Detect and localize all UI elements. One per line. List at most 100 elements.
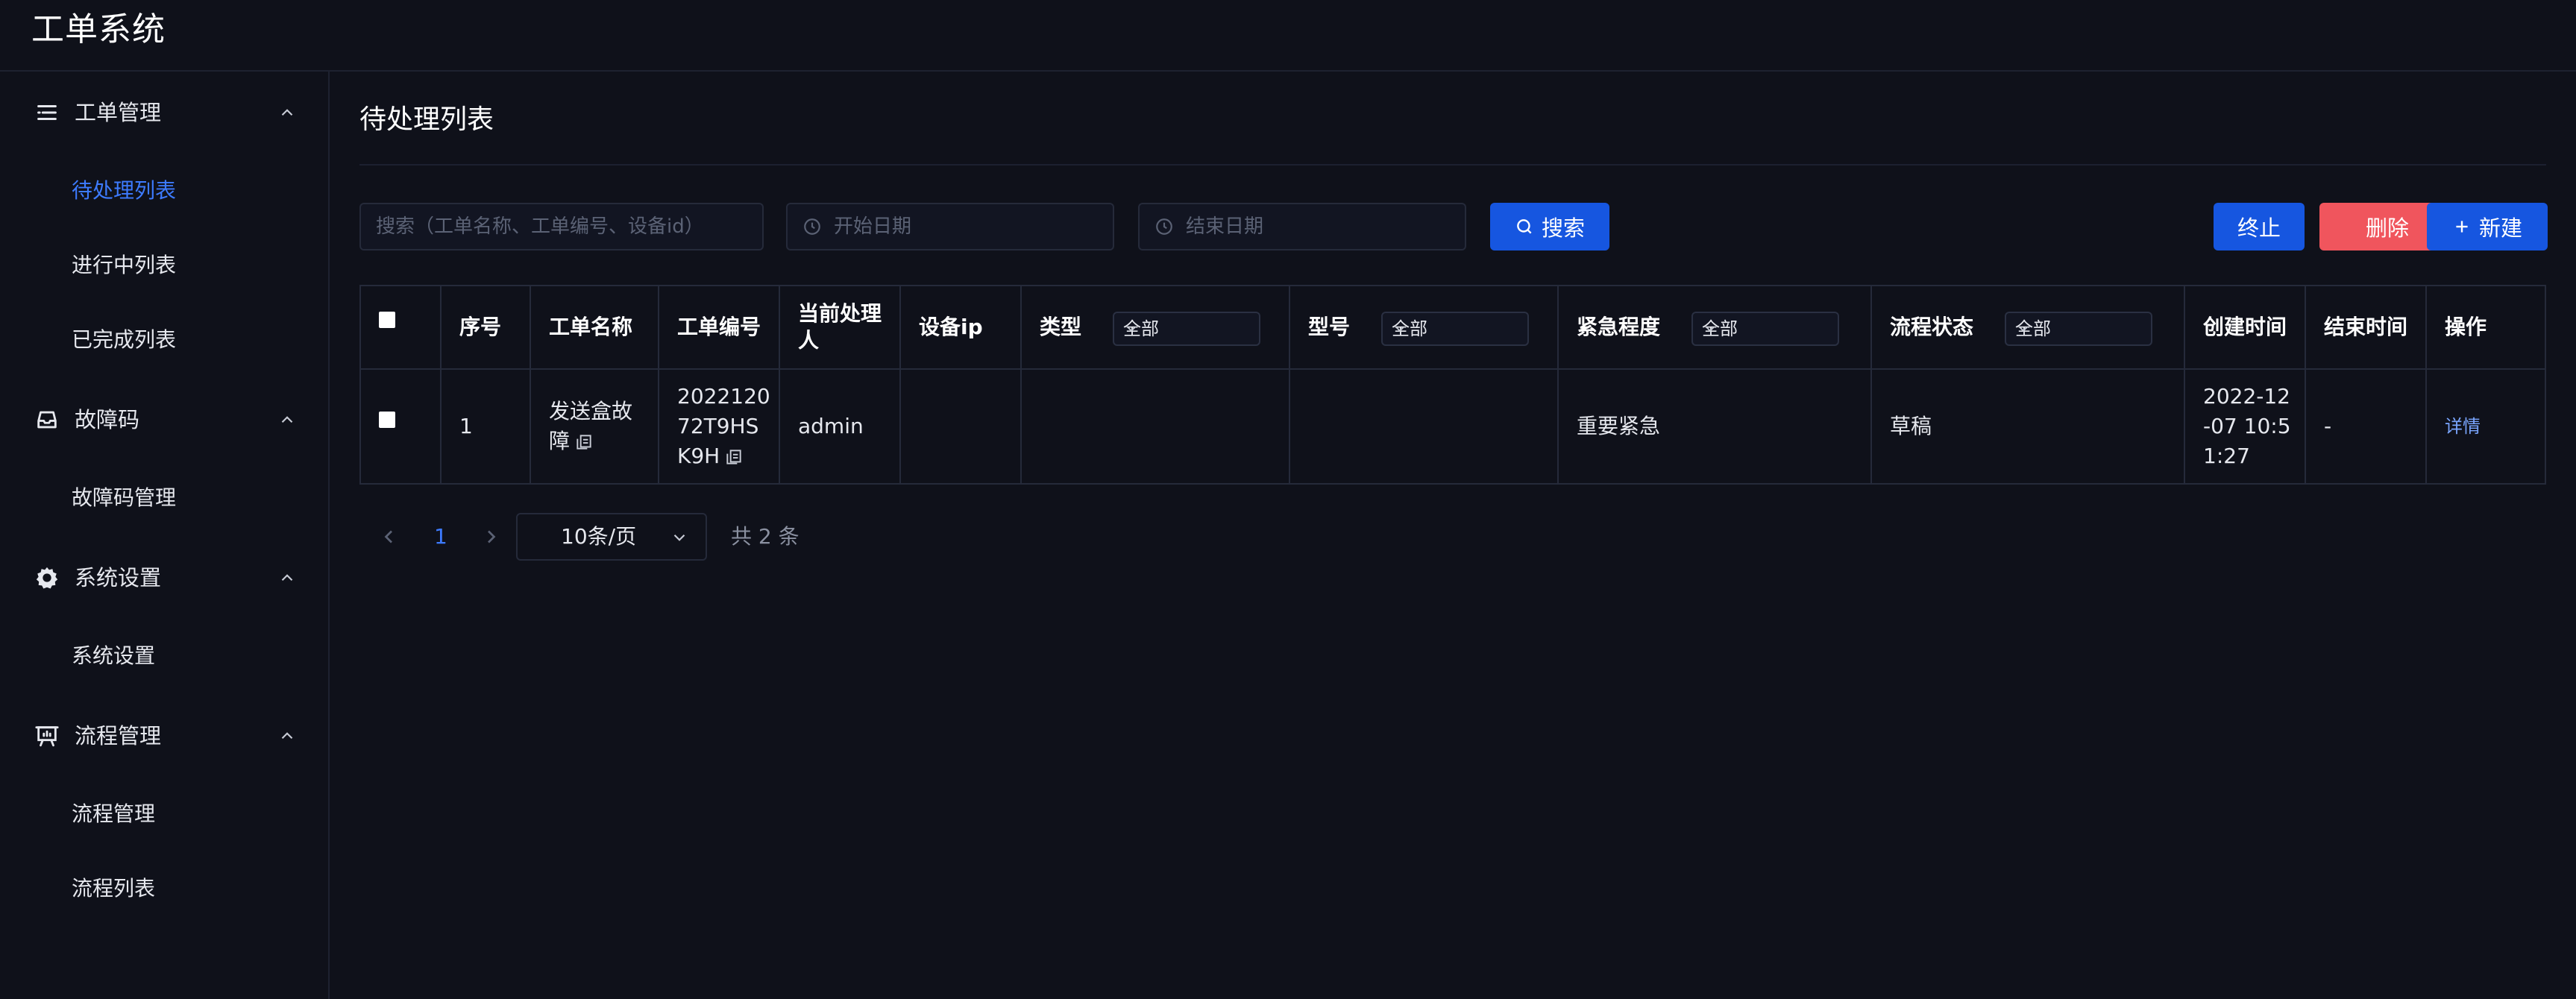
main-content: 待处理列表 搜索 终止 删除 新建 xyxy=(331,72,2576,999)
sidebar-item-pending-list[interactable]: 待处理列表 xyxy=(0,161,330,221)
row-name: 发送盒故障 xyxy=(549,397,650,456)
row-created: 2022-12-07 10:51:27 xyxy=(2203,384,2291,468)
chevron-down-icon xyxy=(670,528,689,547)
header-cell-urgency: 紧急程度 全部 xyxy=(1559,286,1872,368)
sidebar-group-system-settings[interactable]: 系统设置 xyxy=(0,552,330,604)
end-date-input[interactable] xyxy=(1186,204,1454,249)
table-header-row: 序号 工单名称 工单编号 当前处理人 设备ip 类型 全部 型号 全部 紧急程度… xyxy=(361,286,2545,370)
sidebar-group-ticket-management[interactable]: 工单管理 xyxy=(0,86,330,139)
row-ops: 详情 xyxy=(2445,370,2537,483)
total-count: 共 2 条 xyxy=(731,524,799,549)
sidebar-item-fault-code-management[interactable]: 故障码管理 xyxy=(0,468,330,528)
sidebar-item-process-management[interactable]: 流程管理 xyxy=(0,784,330,844)
chevron-up-icon xyxy=(277,103,297,122)
chevron-up-icon xyxy=(277,410,297,429)
row-name-wrapper: 发送盒故障 xyxy=(549,370,650,483)
sidebar-group-label: 工单管理 xyxy=(75,100,162,125)
gear-icon xyxy=(34,565,60,590)
next-page-button[interactable] xyxy=(477,523,504,550)
start-date-input[interactable] xyxy=(834,204,1102,249)
sidebar-item-label: 待处理列表 xyxy=(72,178,177,203)
header-label: 工单编号 xyxy=(677,315,761,339)
search-button[interactable]: 搜索 xyxy=(1490,203,1609,250)
end-date-box xyxy=(1138,203,1466,250)
create-button-label: 新建 xyxy=(2478,215,2522,241)
header-label: 工单名称 xyxy=(549,315,633,339)
chevron-up-icon xyxy=(277,568,297,587)
row-cell-number: 202212072T9HSK9H xyxy=(659,370,780,483)
sidebar-item-label: 流程列表 xyxy=(72,876,156,901)
flow-status-filter-select[interactable]: 全部 xyxy=(2005,312,2152,346)
chevron-down-icon xyxy=(1392,321,1408,337)
header-label: 操作 xyxy=(2445,315,2487,339)
row-handler: admin xyxy=(798,414,864,438)
sidebar-item-system-settings[interactable]: 系统设置 xyxy=(0,626,330,686)
sidebar-group-fault-code[interactable]: 故障码 xyxy=(0,394,330,446)
row-checkbox[interactable] xyxy=(379,412,395,428)
type-filter-select[interactable]: 全部 xyxy=(1113,312,1260,346)
create-button[interactable]: 新建 xyxy=(2427,203,2548,250)
header-cell-model: 型号 全部 xyxy=(1290,286,1559,368)
sidebar-item-label: 进行中列表 xyxy=(72,253,177,277)
sidebar-group-process-management[interactable]: 流程管理 xyxy=(0,710,330,762)
title-divider xyxy=(359,164,2546,166)
row-urgency: 重要紧急 xyxy=(1577,414,1661,438)
app-header: 工单系统 xyxy=(0,0,2576,72)
app-title: 工单系统 xyxy=(31,10,166,48)
header-cell-index: 序号 xyxy=(442,286,531,368)
search-box xyxy=(359,203,764,250)
header-label: 紧急程度 xyxy=(1577,315,1661,339)
chevron-down-icon xyxy=(1123,321,1140,337)
page-size-select[interactable]: 10条/页 xyxy=(516,513,707,561)
sidebar: 工单管理 待处理列表 进行中列表 已完成列表 故障码 故障码管理 系统设置 系统… xyxy=(0,72,330,999)
row-cell-index: 1 xyxy=(442,370,531,483)
header-cell-device-ip: 设备ip xyxy=(901,286,1022,368)
header-label: 类型 xyxy=(1040,315,1082,339)
row-cell-urgency: 重要紧急 xyxy=(1559,370,1872,483)
row-number-wrapper: 202212072T9HSK9H xyxy=(677,370,771,483)
clock-icon xyxy=(802,217,822,236)
row-cell-ops: 详情 xyxy=(2427,370,2545,483)
header-label: 结束时间 xyxy=(2324,315,2408,339)
sidebar-item-label: 已完成列表 xyxy=(72,327,177,352)
header-cell-ended: 结束时间 xyxy=(2306,286,2427,368)
detail-link[interactable]: 详情 xyxy=(2445,412,2481,441)
terminate-button-label: 终止 xyxy=(2237,215,2281,241)
header-cell-select xyxy=(361,286,442,368)
start-date-box xyxy=(786,203,1114,250)
inbox-icon xyxy=(34,407,60,432)
sidebar-group-label: 故障码 xyxy=(75,407,140,432)
terminate-button[interactable]: 终止 xyxy=(2214,203,2305,250)
header-cell-ops: 操作 xyxy=(2427,286,2545,368)
header-label: 当前处理人 xyxy=(798,301,882,353)
row-model xyxy=(1308,370,1550,483)
header-cell-name: 工单名称 xyxy=(531,286,659,368)
row-cell-created: 2022-12-07 10:51:27 xyxy=(2185,370,2306,483)
prev-page-button[interactable] xyxy=(376,523,403,550)
row-cell-handler: admin xyxy=(780,370,901,483)
presentation-icon xyxy=(34,723,60,749)
row-number: 202212072T9HSK9H xyxy=(677,382,771,471)
copy-icon[interactable] xyxy=(724,447,744,467)
copy-icon[interactable] xyxy=(574,432,594,452)
sidebar-group-label: 流程管理 xyxy=(75,723,162,749)
page-number-1[interactable]: 1 xyxy=(434,519,447,555)
page-size-value: 10条/页 xyxy=(561,524,637,549)
sidebar-item-completed-list[interactable]: 已完成列表 xyxy=(0,310,330,370)
urgency-filter-select[interactable]: 全部 xyxy=(1691,312,1839,346)
row-type xyxy=(1040,370,1281,483)
delete-button-label: 删除 xyxy=(2365,215,2409,241)
search-input[interactable] xyxy=(376,204,756,249)
sidebar-item-in-progress-list[interactable]: 进行中列表 xyxy=(0,236,330,295)
chevron-up-icon xyxy=(277,726,297,746)
header-label: 创建时间 xyxy=(2203,315,2287,339)
row-cell-type xyxy=(1022,370,1290,483)
model-filter-select[interactable]: 全部 xyxy=(1381,312,1529,346)
select-all-checkbox[interactable] xyxy=(379,312,395,328)
sidebar-item-label: 故障码管理 xyxy=(72,485,177,510)
row-flow-status: 草稿 xyxy=(1890,414,1932,438)
header-label: 序号 xyxy=(459,315,502,339)
row-cell-name: 发送盒故障 xyxy=(531,370,659,483)
sidebar-item-process-list[interactable]: 流程列表 xyxy=(0,859,330,918)
row-cell-flow-status: 草稿 xyxy=(1872,370,2185,483)
